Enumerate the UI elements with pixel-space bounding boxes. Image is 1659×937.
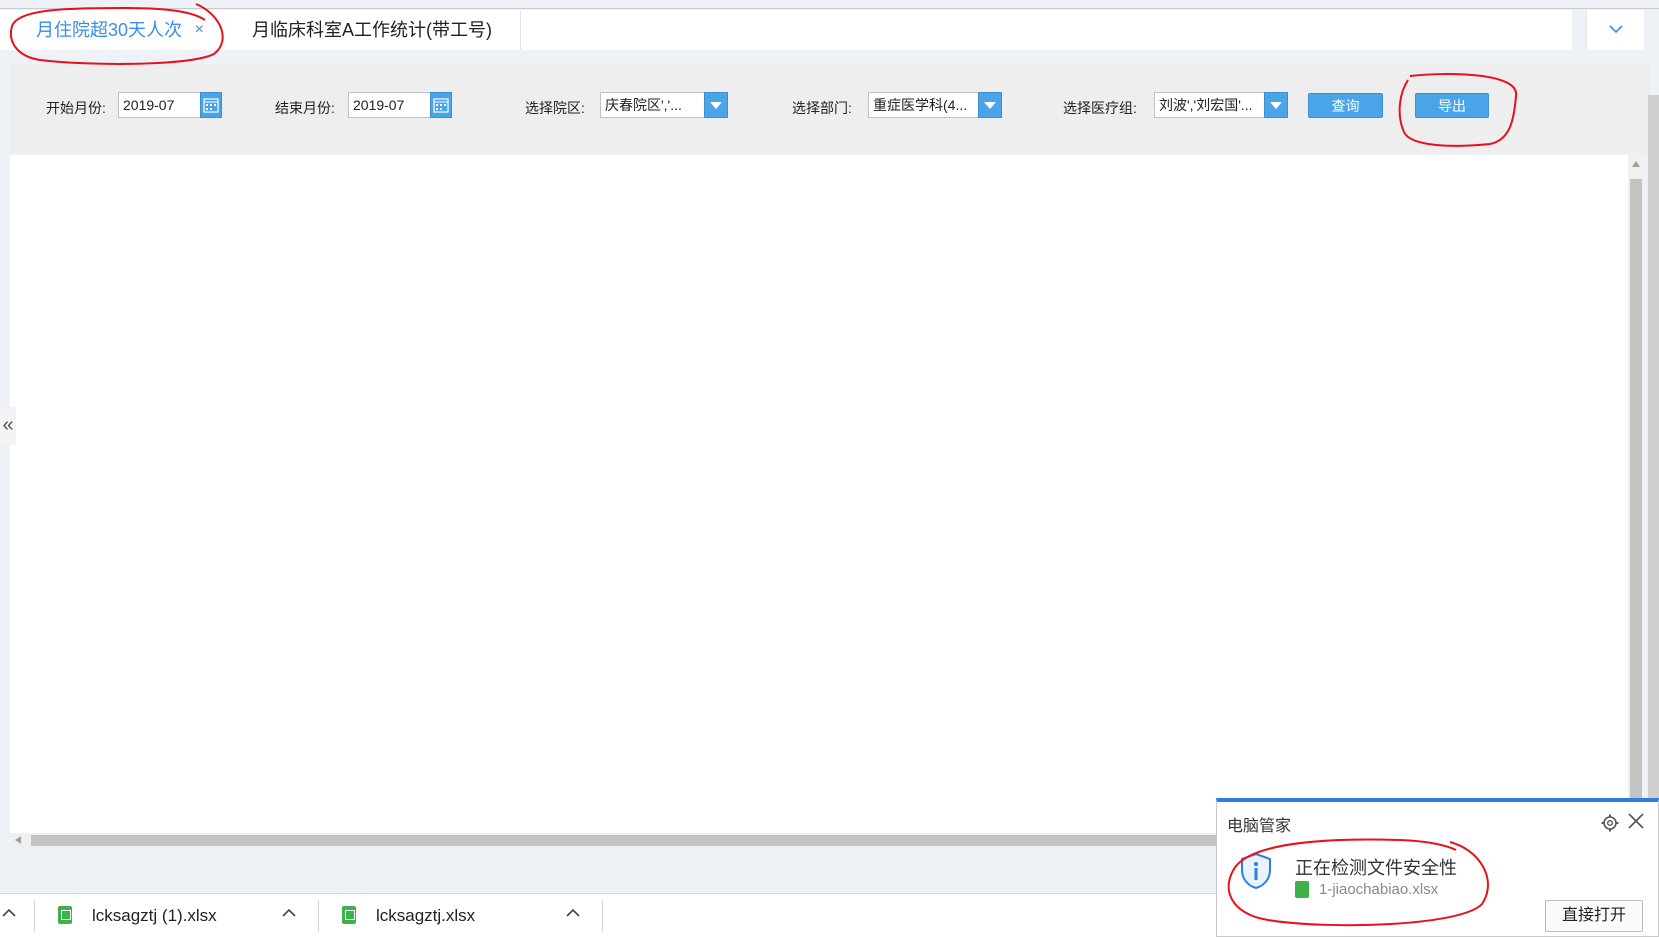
tab-close-icon[interactable]: × — [195, 10, 204, 50]
chevron-down-icon — [1609, 25, 1623, 34]
scroll-thumb[interactable] — [1630, 179, 1642, 819]
excel-file-icon — [1295, 881, 1309, 898]
end-month-label: 结束月份: — [275, 100, 335, 116]
scroll-left-icon[interactable] — [15, 836, 21, 844]
tab-clinical-dept-stats[interactable]: 月临床科室A工作统计(带工号) — [236, 10, 521, 50]
scroll-thumb[interactable] — [31, 835, 1221, 846]
gear-icon[interactable] — [1601, 814, 1619, 832]
export-button[interactable]: 导出 — [1415, 93, 1489, 118]
chevron-up-icon[interactable] — [566, 908, 580, 918]
medical-team-label: 选择医疗组: — [1063, 100, 1137, 116]
download-item[interactable]: lcksagztj (1).xlsx — [36, 894, 316, 937]
scroll-up-icon[interactable] — [1632, 161, 1640, 167]
calendar-icon — [433, 98, 449, 113]
chevron-up-icon[interactable] — [2, 908, 16, 918]
download-filename: lcksagztj (1).xlsx — [92, 906, 217, 925]
window-vertical-scrollbar[interactable] — [1648, 95, 1659, 855]
query-button[interactable]: 查询 — [1308, 93, 1383, 118]
caret-down-icon — [1270, 102, 1282, 109]
open-directly-button[interactable]: 直接打开 — [1545, 900, 1643, 932]
close-icon[interactable] — [1627, 812, 1645, 830]
excel-file-icon — [342, 906, 356, 924]
caret-down-icon — [984, 102, 996, 109]
popup-title: 电脑管家 — [1227, 818, 1292, 835]
chevron-up-icon[interactable] — [282, 908, 296, 918]
app-window: 月住院超30天人次 × 月临床科室A工作统计(带工号) 开始月份: 2019-0… — [0, 0, 1659, 937]
filter-toolbar: 开始月份: 2019-07 结束月份: 2019-07 选择院区: 庆春院区',… — [10, 64, 1650, 154]
department-label: 选择部门: — [792, 100, 852, 116]
shield-info-icon — [1241, 852, 1271, 890]
download-item[interactable]: lcksagztj.xlsx — [320, 894, 600, 937]
security-scan-popup: 电脑管家 正在检测文件安全性 1-jiaochabiao.xlsx 直接打开 — [1216, 798, 1659, 937]
start-month-label: 开始月份: — [46, 100, 106, 116]
tab-list-menu-button[interactable] — [1586, 10, 1644, 50]
department-dropdown-button[interactable] — [978, 92, 1002, 118]
scanned-filename: 1-jiaochabiao.xlsx — [1319, 881, 1439, 898]
caret-down-icon — [710, 102, 722, 109]
scan-status-text: 正在检测文件安全性 — [1295, 858, 1457, 878]
download-filename: lcksagztj.xlsx — [376, 906, 476, 925]
tab-label: 月住院超30天人次 — [36, 20, 183, 40]
department-select[interactable]: 重症医学科(4... — [868, 92, 980, 118]
medical-team-dropdown-button[interactable] — [1264, 92, 1288, 118]
campus-dropdown-button[interactable] — [704, 92, 728, 118]
divider — [34, 900, 35, 932]
campus-label: 选择院区: — [525, 100, 585, 116]
calendar-icon — [203, 98, 219, 113]
divider — [602, 900, 603, 932]
report-content-area — [10, 155, 1630, 833]
end-month-input[interactable]: 2019-07 — [348, 92, 432, 118]
campus-select[interactable]: 庆春院区','... — [600, 92, 706, 118]
divider — [318, 900, 319, 932]
sidebar-expand-button[interactable]: « — [0, 407, 16, 445]
excel-file-icon — [58, 906, 72, 924]
tab-label: 月临床科室A工作统计(带工号) — [252, 20, 492, 40]
tab-monthly-over-30-days[interactable]: 月住院超30天人次 × — [20, 10, 220, 50]
start-month-calendar-button[interactable] — [200, 92, 222, 118]
end-month-calendar-button[interactable] — [430, 92, 452, 118]
medical-team-select[interactable]: 刘波','刘宏国'... — [1154, 92, 1266, 118]
content-vertical-scrollbar[interactable] — [1628, 155, 1644, 848]
start-month-input[interactable]: 2019-07 — [118, 92, 202, 118]
